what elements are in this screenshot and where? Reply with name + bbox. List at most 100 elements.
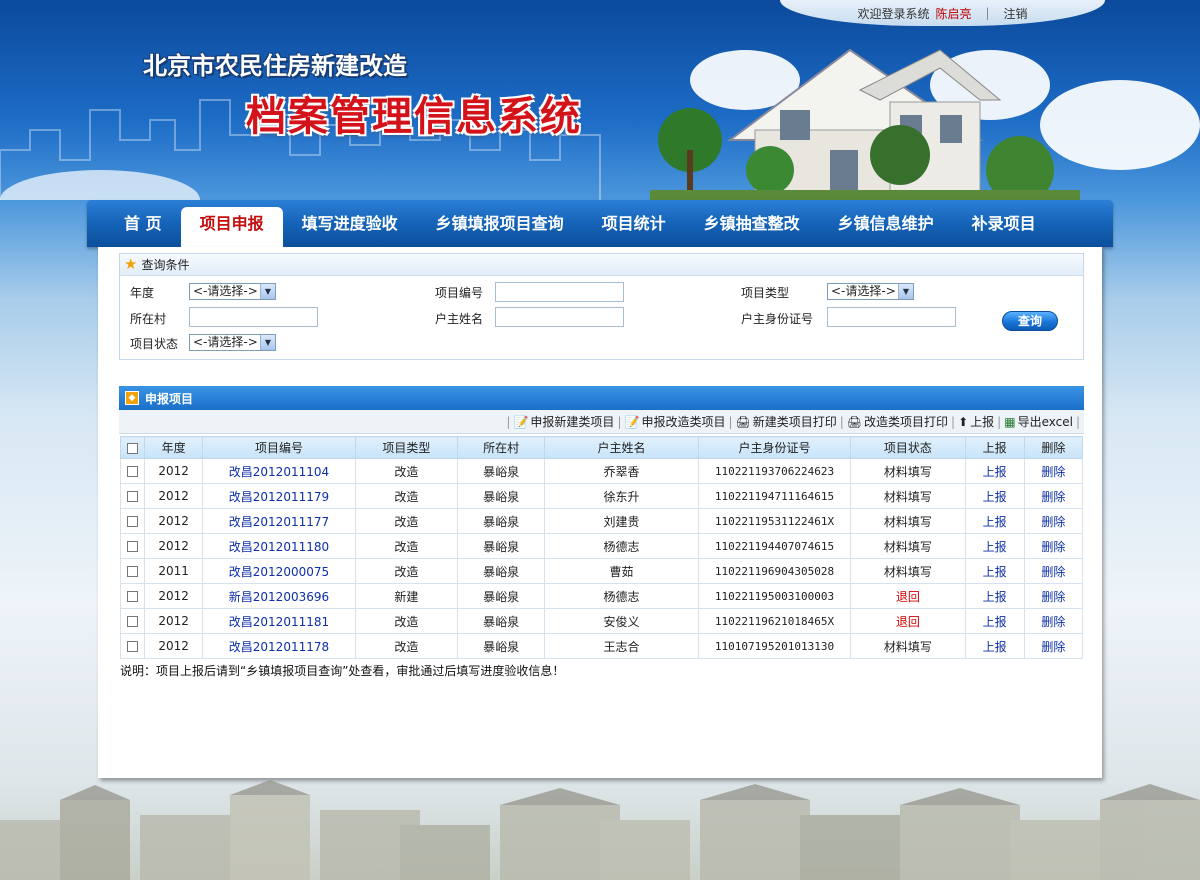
delete-link[interactable]: 删除 <box>1023 483 1084 509</box>
delete-link[interactable]: 删除 <box>1023 533 1084 559</box>
project-no-link[interactable]: 改昌2012011181 <box>202 608 356 634</box>
cell-type: 改造 <box>354 558 459 584</box>
project-no-link[interactable]: 改昌2012011180 <box>202 533 356 559</box>
report-link-text[interactable]: 上报 <box>983 615 1007 629</box>
project-no-link-text[interactable]: 改昌2012011179 <box>229 490 329 504</box>
cell-year-text: 2012 <box>158 514 189 528</box>
report-link[interactable]: 上报 <box>964 533 1025 559</box>
project-table: 年度 项目编号 项目类型 所在村 户主姓名 户主身份证号 项目状态 上报 删除 … <box>119 436 1084 659</box>
row-checkbox[interactable] <box>119 558 146 584</box>
cell-owner-text: 刘建贵 <box>603 514 640 529</box>
status-select[interactable]: <-请选择-> ▼ <box>189 334 276 351</box>
project-no-link[interactable]: 改昌2012011104 <box>202 458 356 484</box>
cell-year: 2012 <box>144 583 204 609</box>
delete-link[interactable]: 删除 <box>1023 583 1084 609</box>
project-no-link-text[interactable]: 改昌2012011104 <box>229 465 329 479</box>
main-nav: 首 页 项目申报 填写进度验收 乡镇填报项目查询 项目统计 乡镇抽查整改 乡镇信… <box>87 200 1113 247</box>
delete-link-text[interactable]: 删除 <box>1041 615 1065 629</box>
logout-link[interactable]: 注销 <box>1004 5 1028 22</box>
project-no-link-text[interactable]: 改昌2012011177 <box>229 515 329 529</box>
delete-link-text[interactable]: 删除 <box>1041 490 1065 504</box>
row-checkbox[interactable] <box>119 633 146 659</box>
nav-town-project-query[interactable]: 乡镇填报项目查询 <box>417 200 583 247</box>
delete-link-text[interactable]: 删除 <box>1041 465 1065 479</box>
delete-link[interactable]: 删除 <box>1023 508 1084 534</box>
report-link[interactable]: 上报 <box>964 508 1025 534</box>
delete-link[interactable]: 删除 <box>1023 558 1084 584</box>
cell-year: 2012 <box>144 508 204 534</box>
delete-link[interactable]: 删除 <box>1023 458 1084 484</box>
owner-name-input[interactable] <box>495 307 624 327</box>
export-excel-button[interactable]: ▦ 导出excel <box>1001 413 1076 430</box>
cell-owner: 徐东升 <box>544 483 699 509</box>
report-link-text[interactable]: 上报 <box>983 540 1007 554</box>
delete-link[interactable]: 删除 <box>1023 633 1084 659</box>
report-renovate-label: 申报改造类项目 <box>641 415 726 429</box>
report-button[interactable]: ⬆ 上报 <box>955 413 997 430</box>
print-renovate-button[interactable]: 🖨 改造类项目打印 <box>844 413 951 430</box>
report-link-text[interactable]: 上报 <box>983 515 1007 529</box>
cell-village: 暴峪泉 <box>457 458 546 484</box>
select-all-checkbox[interactable] <box>119 436 146 459</box>
cell-year: 2012 <box>144 608 204 634</box>
row-checkbox[interactable] <box>119 608 146 634</box>
project-no-link-text[interactable]: 改昌2012000075 <box>229 565 329 579</box>
nav-project-statistics[interactable]: 项目统计 <box>583 200 685 247</box>
project-no-link[interactable]: 改昌2012011177 <box>202 508 356 534</box>
project-type-select[interactable]: <-请选择-> ▼ <box>827 283 914 300</box>
delete-link-text[interactable]: 删除 <box>1041 590 1065 604</box>
cell-id-number: 11022119621018465X <box>697 608 852 634</box>
search-button[interactable]: 查询 <box>1002 311 1058 331</box>
cell-year: 2012 <box>144 483 204 509</box>
project-no-link-text[interactable]: 改昌2012011178 <box>229 640 329 654</box>
report-link[interactable]: 上报 <box>964 633 1025 659</box>
report-link-text[interactable]: 上报 <box>983 465 1007 479</box>
row-checkbox[interactable] <box>119 483 146 509</box>
project-no-link[interactable]: 改昌2012000075 <box>202 558 356 584</box>
village-input[interactable] <box>189 307 318 327</box>
delete-link-text[interactable]: 删除 <box>1041 640 1065 654</box>
owner-id-input[interactable] <box>827 307 956 327</box>
print-new-build-button[interactable]: 🖨 新建类项目打印 <box>733 413 840 430</box>
report-link[interactable]: 上报 <box>964 483 1025 509</box>
project-no-link-text[interactable]: 改昌2012011180 <box>229 540 329 554</box>
project-no-link[interactable]: 改昌2012011178 <box>202 633 356 659</box>
year-select[interactable]: <-请选择-> ▼ <box>189 283 276 300</box>
cell-type-text: 改造 <box>394 639 419 654</box>
report-link-text[interactable]: 上报 <box>983 490 1007 504</box>
row-checkbox[interactable] <box>119 508 146 534</box>
project-no-input[interactable] <box>495 282 624 302</box>
status-select-value: <-请选择-> <box>193 335 258 349</box>
delete-link-text[interactable]: 删除 <box>1041 540 1065 554</box>
cell-year-text: 2011 <box>158 564 189 578</box>
report-renovate-button[interactable]: 📝 申报改造类项目 <box>621 413 728 430</box>
report-new-build-label: 申报新建类项目 <box>530 415 615 429</box>
delete-link[interactable]: 删除 <box>1023 608 1084 634</box>
project-no-link[interactable]: 新昌2012003696 <box>202 583 356 609</box>
nav-town-info[interactable]: 乡镇信息维护 <box>819 200 953 247</box>
nav-progress-acceptance[interactable]: 填写进度验收 <box>283 200 417 247</box>
delete-link-text[interactable]: 删除 <box>1041 515 1065 529</box>
row-checkbox[interactable] <box>119 533 146 559</box>
nav-supplement-project[interactable]: 补录项目 <box>953 200 1055 247</box>
report-link-text[interactable]: 上报 <box>983 565 1007 579</box>
report-link-text[interactable]: 上报 <box>983 640 1007 654</box>
row-checkbox[interactable] <box>119 458 146 484</box>
project-no-link-text[interactable]: 改昌2012011181 <box>229 615 329 629</box>
delete-link-text[interactable]: 删除 <box>1041 565 1065 579</box>
report-link[interactable]: 上报 <box>964 458 1025 484</box>
nav-project-report[interactable]: 项目申报 <box>180 207 283 247</box>
nav-town-inspection[interactable]: 乡镇抽查整改 <box>685 200 819 247</box>
row-checkbox[interactable] <box>119 583 146 609</box>
table-row: 2012 改昌2012011177 改造 暴峪泉 刘建贵 1102211953112246… <box>119 508 1084 534</box>
project-no-link-text[interactable]: 新昌2012003696 <box>229 590 329 604</box>
project-no-link[interactable]: 改昌2012011179 <box>202 483 356 509</box>
content-panel: ★ 查询条件 年度 <-请选择-> ▼ 项目编号 项目类型 <-请选择-> ▼ … <box>98 247 1102 778</box>
report-link[interactable]: 上报 <box>964 583 1025 609</box>
report-link-text[interactable]: 上报 <box>983 590 1007 604</box>
cell-owner: 杨德志 <box>544 533 699 559</box>
report-new-build-button[interactable]: 📝 申报新建类项目 <box>510 413 617 430</box>
report-link[interactable]: 上报 <box>964 558 1025 584</box>
report-link[interactable]: 上报 <box>964 608 1025 634</box>
nav-home[interactable]: 首 页 <box>105 200 181 247</box>
